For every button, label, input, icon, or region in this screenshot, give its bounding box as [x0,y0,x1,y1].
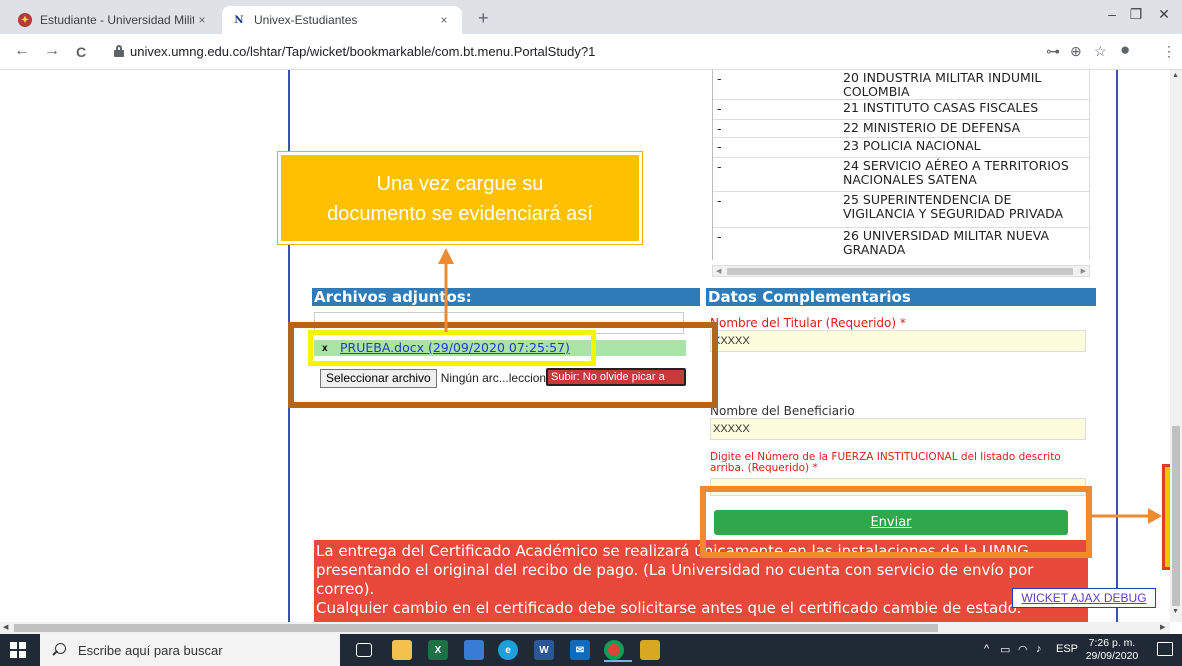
scrollbar-thumb[interactable] [727,268,1073,275]
callout-text: documento se evidenciará así [327,203,593,225]
wifi-icon[interactable]: ◠ [1018,643,1028,656]
tab-close-icon[interactable]: × [436,13,452,27]
tab-estudiante[interactable]: ✦ Estudiante - Universidad Militar N × [8,6,220,34]
word-icon[interactable]: W [534,640,554,660]
scroll-left-icon[interactable]: ◀ [716,267,721,275]
umng-shield-icon: ✦ [18,13,32,27]
chrome-icon[interactable] [604,640,632,662]
highlight-box-send [700,486,1092,558]
scroll-right-icon[interactable]: ▶ [1160,623,1165,631]
wicket-debug-link[interactable]: WICKET AJAX DEBUG [1012,588,1156,608]
tab-title: Univex-Estudiantes [254,13,358,27]
list-item[interactable]: - 24 SERVICIO AÉREO A TERRITORIOS NACION… [713,158,1089,192]
notifications-icon[interactable] [1157,642,1173,656]
scrollbar-thumb[interactable] [14,624,938,632]
browser-tab-strip: ✦ Estudiante - Universidad Militar N × N… [0,0,1182,34]
store-icon[interactable] [464,640,484,660]
list-item[interactable]: - 26 UNIVERSIDAD MILITAR NUEVA GRANADA [713,228,1089,260]
mail-icon[interactable]: ✉ [570,640,590,660]
list-item[interactable]: - 20 INDUSTRIA MILITAR INDUMIL COLOMBIA [713,70,1089,100]
page-border-right [1116,70,1118,622]
search-icon [52,643,66,657]
scroll-down-icon[interactable]: ▼ [1172,608,1179,615]
lock-icon[interactable] [114,45,124,57]
force-number-label: Digite el Número de la FUERZA INSTITUCIO… [710,451,1061,474]
list-item[interactable]: - 25 SUPERINTENDENCIA DE VIGILANCIA Y SE… [713,192,1089,228]
scrollbar-thumb[interactable] [1172,426,1180,606]
tab-close-icon[interactable]: × [194,13,210,27]
callout-text: Una vez cargue su [376,173,544,195]
show-hidden-icons[interactable]: ^ [984,643,989,655]
list-horizontal-scrollbar[interactable]: ◀ ▶ [712,265,1090,277]
windows-start-icon[interactable] [10,642,26,658]
arrow-head-up [438,248,454,264]
file-explorer-icon[interactable] [392,640,412,660]
forward-button[interactable]: → [44,42,60,60]
window-close-button[interactable]: ✕ [1142,6,1182,23]
clock-date: 29/09/2020 [1085,650,1139,662]
tab-title: Estudiante - Universidad Militar N [40,13,194,27]
url-field[interactable]: univex.umng.edu.co/lshtar/Tap/wicket/boo… [130,44,595,59]
volume-icon[interactable]: ♪ [1036,643,1042,655]
clock-time: 7:26 p. m. [1088,637,1136,649]
address-bar: ← → C univex.umng.edu.co/lshtar/Tap/wick… [0,34,1182,70]
scroll-left-icon[interactable]: ◀ [3,623,8,631]
excel-icon[interactable]: X [428,640,448,660]
language-indicator[interactable]: ESP [1056,643,1078,655]
scroll-up-icon[interactable]: ▲ [1172,72,1179,79]
scroll-right-icon[interactable]: ▶ [1081,267,1086,275]
keepass-icon[interactable] [640,640,660,660]
back-button[interactable]: ← [14,42,30,60]
edge-icon[interactable]: e [498,640,518,660]
titular-label: Nombre del Titular (Requerido) * [710,316,906,330]
battery-icon[interactable]: ▭ [1000,643,1010,656]
reload-button[interactable]: C [76,44,86,60]
institutions-list[interactable]: - 20 INDUSTRIA MILITAR INDUMIL COLOMBIA … [712,70,1090,260]
titular-input[interactable]: XXXXX [710,330,1086,352]
new-tab-button[interactable]: + [478,8,489,29]
highlight-box-file [308,330,596,366]
browser-menu-icon[interactable]: ⋮ [1162,43,1176,60]
beneficiary-input[interactable]: XXXXX [710,418,1086,440]
notice-text: Cualquier cambio en el certificado debe … [316,599,1022,617]
tab-univex[interactable]: N Univex-Estudiantes × [222,6,462,34]
zoom-icon[interactable]: ⊕ [1070,43,1082,60]
univex-logo-icon: N [234,14,244,26]
list-item[interactable]: - 21 INSTITUTO CASAS FISCALES [713,100,1089,120]
task-view-icon[interactable] [356,643,372,657]
key-icon[interactable]: ⊶ [1046,43,1060,60]
bookmark-star-icon[interactable]: ☆ [1094,43,1107,60]
windows-taskbar: Escribe aquí para buscar X e W ✉ ^ ▭ ◠ ♪… [0,634,1182,666]
profile-icon[interactable]: ● [1120,40,1130,60]
beneficiary-label: Nombre del Beneficiario [710,404,855,418]
attachments-header: Archivos adjuntos: [312,288,700,306]
page-horizontal-scrollbar[interactable]: ◀ ▶ [0,622,1170,634]
list-item[interactable]: - 23 POLICIA NACIONAL [713,138,1089,158]
search-placeholder: Escribe aquí para buscar [78,642,223,658]
list-item[interactable]: - 22 MINISTERIO DE DEFENSA [713,120,1089,138]
offscreen-callout-edge [1162,464,1170,570]
arrow-head-right [1148,508,1162,524]
taskbar-search-box[interactable]: Escribe aquí para buscar [40,634,340,666]
taskbar-clock[interactable]: 7:26 p. m. 29/09/2020 [1084,637,1140,663]
page-vertical-scrollbar[interactable]: ▲ ▼ [1170,70,1182,622]
tutorial-callout: Una vez cargue su documento se evidencia… [278,152,642,244]
complementary-data-header: Datos Complementarios [706,288,1096,306]
page-viewport: - 20 INDUSTRIA MILITAR INDUMIL COLOMBIA … [0,70,1170,622]
